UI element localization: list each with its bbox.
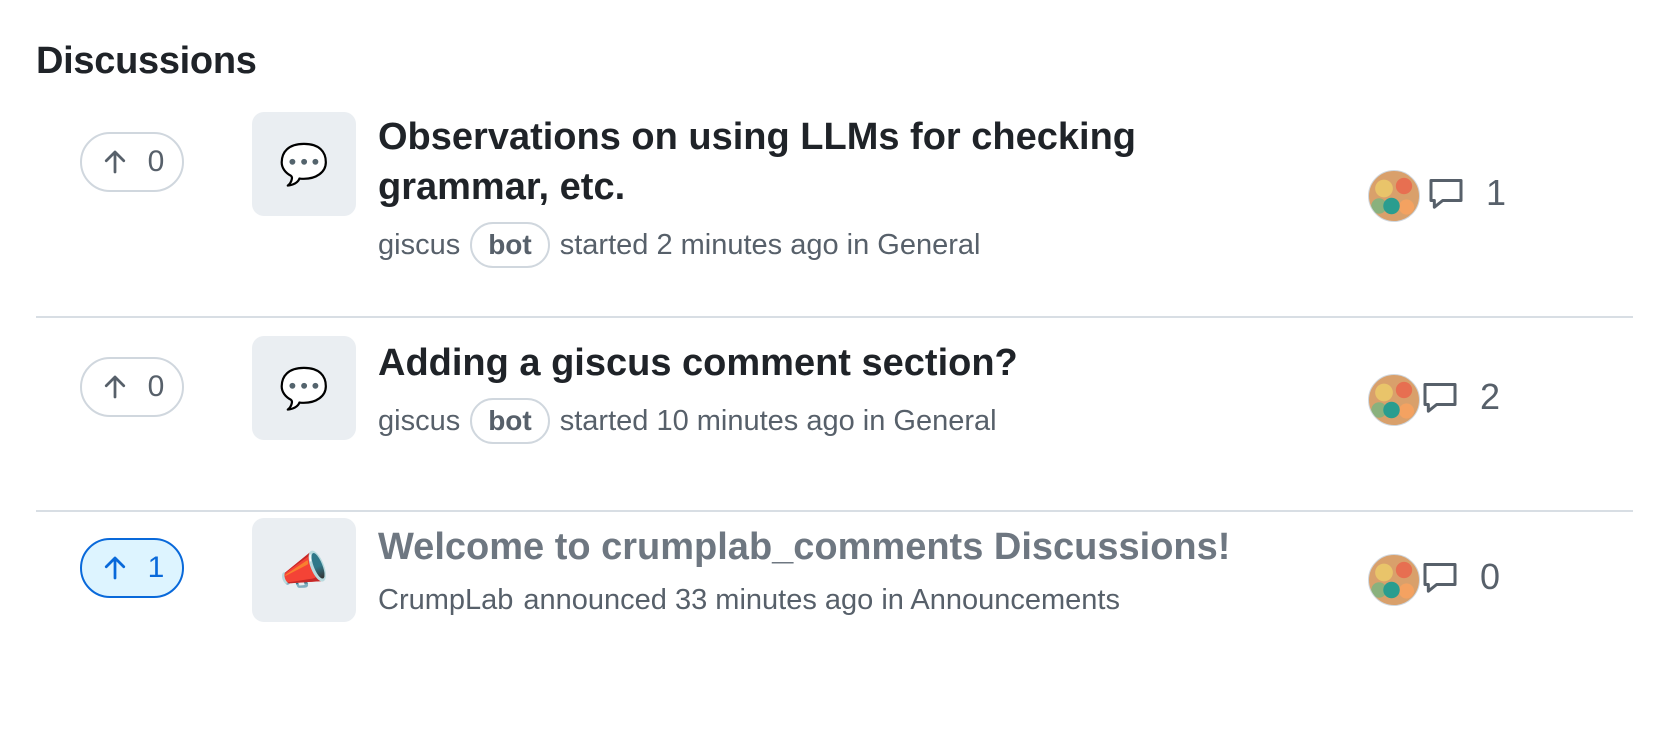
comment-count-value: 0: [1480, 556, 1501, 597]
discussion-meta: giscus bot started 10 minutes ago in Gen…: [378, 398, 1018, 444]
bot-badge: bot: [470, 398, 550, 444]
avatar[interactable]: [1368, 554, 1420, 606]
author-link[interactable]: CrumpLab: [378, 584, 513, 617]
comment-count-value: 1: [1486, 172, 1507, 213]
megaphone-icon: 📣: [252, 518, 356, 622]
speech-bubble-icon: 💬: [252, 336, 356, 440]
title-line: grammar, etc.: [378, 166, 626, 208]
upvote-button[interactable]: 0: [80, 357, 184, 417]
author-link[interactable]: giscus: [378, 405, 460, 438]
bot-badge: bot: [470, 222, 550, 268]
discussion-title[interactable]: Observations on using LLMs for checking …: [378, 112, 1136, 212]
discussion-row: 1 📣 Welcome to crumplab_comments Discuss…: [36, 512, 1633, 692]
discussion-row: 0 💬 Observations on using LLMs for check…: [36, 112, 1633, 318]
comment-count-value: 2: [1480, 376, 1501, 417]
arrow-up-icon: [104, 556, 125, 580]
discussion-meta: CrumpLab announced 33 minutes ago in Ann…: [378, 584, 1230, 617]
discussion-status: started 2 minutes ago in General: [559, 228, 981, 261]
author-link[interactable]: giscus: [378, 229, 460, 262]
avatar[interactable]: [1368, 374, 1420, 426]
arrow-up-icon: [104, 375, 125, 399]
discussion-meta: giscus bot started 2 minutes ago in Gene…: [378, 222, 1136, 268]
discussion-title[interactable]: Adding a giscus comment section?: [378, 338, 1018, 388]
discussion-row: 0 💬 Adding a giscus comment section? gis…: [36, 318, 1633, 512]
upvote-count: 0: [147, 145, 165, 178]
section-title: Discussions: [36, 40, 257, 82]
upvote-count: 0: [147, 370, 165, 403]
upvote-count: 1: [147, 551, 165, 584]
comment-icon: [1429, 179, 1463, 209]
avatar[interactable]: [1368, 170, 1420, 222]
comment-count[interactable]: 0: [1420, 556, 1500, 598]
discussion-status: announced 33 minutes ago in Announcement…: [523, 584, 1120, 616]
upvote-button[interactable]: 1: [80, 538, 184, 598]
speech-bubble-icon: 💬: [252, 112, 356, 216]
arrow-up-icon: [104, 150, 125, 174]
discussion-status: started 10 minutes ago in General: [559, 404, 997, 437]
title-line: Observations on using LLMs for checking: [378, 116, 1136, 158]
comment-icon: [1423, 383, 1457, 413]
discussions-page: Discussions 0 💬 Observations on using LL…: [0, 0, 1666, 740]
comment-count[interactable]: 1: [1426, 172, 1506, 214]
discussion-title[interactable]: Welcome to crumplab_comments Discussions…: [378, 522, 1230, 572]
upvote-button[interactable]: 0: [80, 132, 184, 192]
discussion-content: Adding a giscus comment section? giscus …: [378, 338, 1018, 444]
comment-icon: [1423, 563, 1457, 593]
discussion-content: Observations on using LLMs for checking …: [378, 112, 1136, 268]
comment-count[interactable]: 2: [1420, 376, 1500, 418]
discussion-content: Welcome to crumplab_comments Discussions…: [378, 522, 1230, 617]
